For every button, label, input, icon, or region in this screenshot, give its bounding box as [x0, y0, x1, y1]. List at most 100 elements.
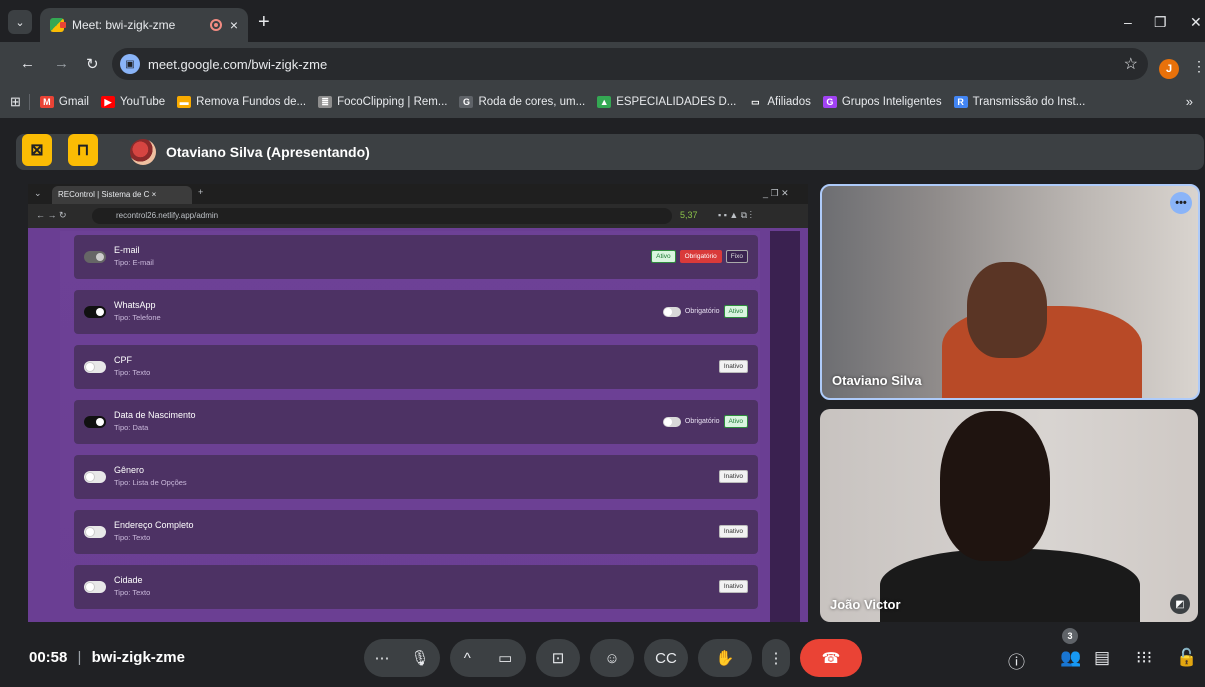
- bookmark-favicon-icon: ≣: [318, 96, 333, 108]
- field-badges: Obrigatório Ativo: [662, 415, 748, 428]
- participant-tile-otaviano[interactable]: ••• Otaviano Silva: [820, 184, 1200, 400]
- apps-icon[interactable]: ⊞: [10, 94, 21, 110]
- bookmark-favicon-icon: M: [39, 96, 54, 108]
- field-badges: Obrigatório Ativo: [662, 305, 748, 318]
- shared-tab-title: REControl | Sistema de C: [58, 190, 150, 199]
- minimize-button[interactable]: –: [1124, 14, 1132, 30]
- status-badge: Inativo: [718, 525, 748, 538]
- field-toggle: [84, 526, 106, 538]
- meet-stage: ⊠ ⊓ Otaviano Silva (Apresentando) ⌄ RECo…: [0, 118, 1205, 687]
- tab-meet[interactable]: Meet: bwi-zigk-zme ×: [40, 8, 248, 42]
- field-badges: Inativo: [718, 580, 748, 593]
- tile-more-options-icon[interactable]: •••: [1170, 192, 1192, 214]
- bookmark-favicon-icon: G: [459, 96, 474, 108]
- bookmark-item[interactable]: G Grupos Inteligentes: [822, 96, 942, 108]
- shared-content: E-mail Tipo: E-mail Ativo Obrigatório Fixo Wh…: [60, 231, 760, 622]
- camera-icon[interactable]: ▭: [498, 649, 512, 667]
- raise-hand-icon[interactable]: ✋: [698, 639, 752, 677]
- leave-call-icon[interactable]: ☎: [800, 639, 862, 677]
- participant-tile-joao[interactable]: João Victor ◩: [820, 409, 1198, 622]
- restore-button[interactable]: ❐: [1154, 14, 1167, 31]
- field-title: WhatsApp: [114, 300, 156, 310]
- site-info-icon[interactable]: ▣: [120, 54, 140, 74]
- field-badges: Ativo Obrigatório Fixo: [651, 250, 748, 263]
- captions-icon[interactable]: CC: [644, 639, 688, 677]
- field-title: CPF: [114, 355, 132, 365]
- field-row: Endereço Completo Tipo: Texto Inativo: [74, 510, 758, 554]
- meeting-info-text: 00:58 | bwi-zigk-zme: [29, 649, 185, 666]
- presenter-name: Otaviano Silva (Apresentando): [166, 144, 370, 160]
- more-options-icon[interactable]: ⋮: [762, 639, 790, 677]
- bookmark-label: ESPECIALIDADES D...: [616, 96, 737, 108]
- new-tab-button[interactable]: +: [258, 12, 270, 32]
- field-type: Tipo: Texto: [114, 533, 151, 542]
- field-badges: Inativo: [718, 470, 748, 483]
- shared-tab: REControl | Sistema de C ×: [52, 186, 192, 204]
- field-toggle: [84, 416, 106, 428]
- stop-presenting-icon[interactable]: ⊠: [22, 134, 52, 166]
- status-badge: Ativo: [723, 305, 748, 318]
- bookmark-item[interactable]: G Roda de cores, um...: [459, 96, 585, 108]
- camera-options-icon[interactable]: ^: [464, 650, 471, 667]
- profile-avatar[interactable]: J: [1159, 59, 1179, 79]
- bookmark-item[interactable]: ▲ ESPECIALIDADES D...: [597, 96, 736, 108]
- picture-in-picture-icon[interactable]: ◩: [1170, 594, 1190, 614]
- browser-window: ⌄ Meet: bwi-zigk-zme × + – ❐ ✕ ← → ↻ ▣ m…: [0, 0, 1205, 687]
- microphone-icon[interactable]: 🎙: [410, 649, 429, 667]
- shared-scroll-area: [770, 231, 800, 622]
- bookmark-label: Remova Fundos de...: [196, 96, 307, 108]
- field-title: Data de Nascimento: [114, 410, 196, 420]
- back-icon[interactable]: ←: [20, 55, 35, 72]
- recording-indicator-icon: [209, 19, 222, 31]
- tab-search-button[interactable]: ⌄: [8, 10, 32, 34]
- reload-icon[interactable]: ↻: [86, 55, 99, 73]
- required-label: Obrigatório: [684, 418, 720, 425]
- close-window-button[interactable]: ✕: [1190, 14, 1202, 31]
- people-icon[interactable]: 👥: [1060, 648, 1081, 668]
- presentation-layout-icon[interactable]: ⊓: [68, 134, 98, 166]
- tab-strip: ⌄ Meet: bwi-zigk-zme × + – ❐ ✕: [0, 0, 1205, 42]
- bookmark-favicon-icon: R: [953, 96, 968, 108]
- meeting-time: 00:58: [29, 649, 68, 666]
- bookmark-label: Afiliados: [767, 96, 811, 108]
- bookmark-label: Gmail: [58, 96, 89, 108]
- field-badges: Inativo: [718, 525, 748, 538]
- presentation-bar: ⊠ ⊓ Otaviano Silva (Apresentando): [16, 134, 1204, 170]
- call-controls: 00:58 | bwi-zigk-zme ⋯ 🎙 ^ ▭ ⊡ ☺ CC ✋ ⋮ …: [0, 628, 1205, 687]
- field-type: Tipo: Telefone: [114, 313, 161, 322]
- field-title: Gênero: [114, 465, 145, 475]
- host-controls-icon[interactable]: 🔓: [1176, 648, 1197, 668]
- bookmark-item[interactable]: ≣ FocoClipping | Rem...: [318, 96, 447, 108]
- browser-menu-icon[interactable]: ⋮: [1192, 58, 1205, 75]
- field-title: Endereço Completo: [114, 520, 194, 530]
- bookmark-item[interactable]: R Transmissão do Inst...: [953, 96, 1086, 108]
- reactions-icon[interactable]: ☺: [590, 639, 634, 677]
- bookmark-item[interactable]: ▶ YouTube: [100, 96, 165, 108]
- field-row: WhatsApp Tipo: Telefone Obrigatório Ativo: [74, 290, 758, 334]
- bookmark-item[interactable]: ▭ Afiliados: [748, 96, 811, 108]
- bookmark-item[interactable]: M Gmail: [39, 96, 89, 108]
- status-badge: Ativo: [651, 250, 676, 263]
- bookmarks-overflow-icon[interactable]: »: [1186, 94, 1193, 109]
- present-screen-icon[interactable]: ⊡: [536, 639, 580, 677]
- meeting-details-icon[interactable]: ⓘ: [1008, 648, 1025, 673]
- bookmark-star-icon[interactable]: ☆: [1124, 54, 1138, 74]
- required-label: Obrigatório: [684, 308, 720, 315]
- mic-options-icon[interactable]: ⋯: [374, 649, 389, 667]
- bookmark-item[interactable]: ▬ Remova Fundos de...: [177, 96, 306, 108]
- field-type: Tipo: Texto: [114, 588, 151, 597]
- field-type: Tipo: Texto: [114, 368, 151, 377]
- bookmark-favicon-icon: G: [822, 96, 837, 108]
- field-toggle: [84, 251, 106, 263]
- tab-close-icon[interactable]: ×: [230, 17, 238, 33]
- chat-icon[interactable]: ▤: [1094, 648, 1110, 668]
- activities-icon[interactable]: ⁝⁝⁝: [1136, 648, 1152, 668]
- required-toggle: [662, 416, 681, 427]
- shared-nav-icons: ← → ↻: [36, 210, 67, 220]
- shared-newtab-icon: +: [198, 187, 204, 197]
- shared-tab-strip: ⌄ REControl | Sistema de C × + _ ❐ ✕: [28, 184, 808, 204]
- bookmark-label: Transmissão do Inst...: [972, 96, 1086, 108]
- address-bar[interactable]: ▣ meet.google.com/bwi-zigk-zme ☆: [112, 48, 1148, 80]
- meeting-code: bwi-zigk-zme: [91, 649, 185, 666]
- forward-icon[interactable]: →: [54, 55, 69, 72]
